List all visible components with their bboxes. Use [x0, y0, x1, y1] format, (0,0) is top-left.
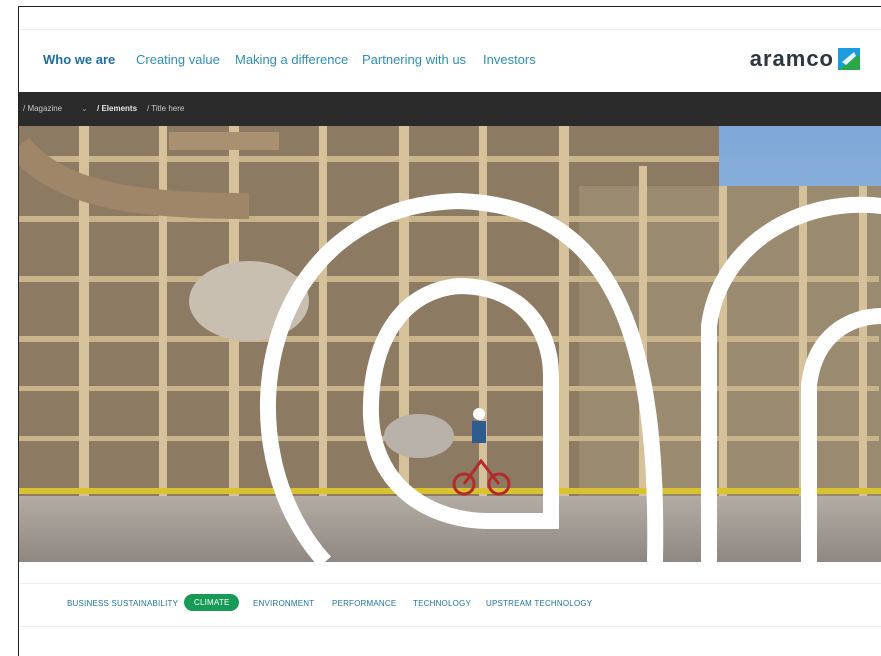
- nav-making-a-difference[interactable]: Making a difference: [235, 52, 348, 67]
- nav-partnering-with-us[interactable]: Partnering with us: [362, 52, 466, 67]
- logo-text: aramco: [749, 46, 834, 71]
- breadcrumb-magazine[interactable]: / Magazine: [23, 104, 62, 113]
- chevron-down-icon[interactable]: ⌄: [81, 104, 88, 113]
- aramco-logo[interactable]: aramco: [750, 44, 860, 74]
- nav-who-we-are[interactable]: Who we are: [43, 52, 115, 67]
- breadcrumb-elements[interactable]: / Elements: [97, 104, 137, 113]
- nav-creating-value[interactable]: Creating value: [136, 52, 220, 67]
- tag-technology[interactable]: TECHNOLOGY: [413, 599, 471, 608]
- refinery-illustration: [19, 126, 881, 562]
- tag-business-sustainability[interactable]: BUSINESS SUSTAINABILITY: [67, 599, 178, 608]
- hero-image: [19, 126, 881, 562]
- tag-environment[interactable]: ENVIRONMENT: [253, 599, 314, 608]
- tag-performance[interactable]: PERFORMANCE: [332, 599, 396, 608]
- page-frame: Who we are Creating value Making a diffe…: [18, 6, 881, 656]
- nav-investors[interactable]: Investors: [483, 52, 536, 67]
- topic-tag-bar: BUSINESS SUSTAINABILITY CLIMATE ENVIRONM…: [19, 583, 881, 627]
- breadcrumb: / Magazine ⌄ / Elements / Title here: [19, 92, 881, 126]
- tag-climate[interactable]: CLIMATE: [184, 594, 240, 611]
- aramco-mark-icon: [838, 48, 860, 70]
- breadcrumb-title: / Title here: [147, 104, 185, 113]
- tag-upstream-technology[interactable]: UPSTREAM TECHNOLOGY: [486, 599, 592, 608]
- top-navigation: Who we are Creating value Making a diffe…: [19, 29, 881, 92]
